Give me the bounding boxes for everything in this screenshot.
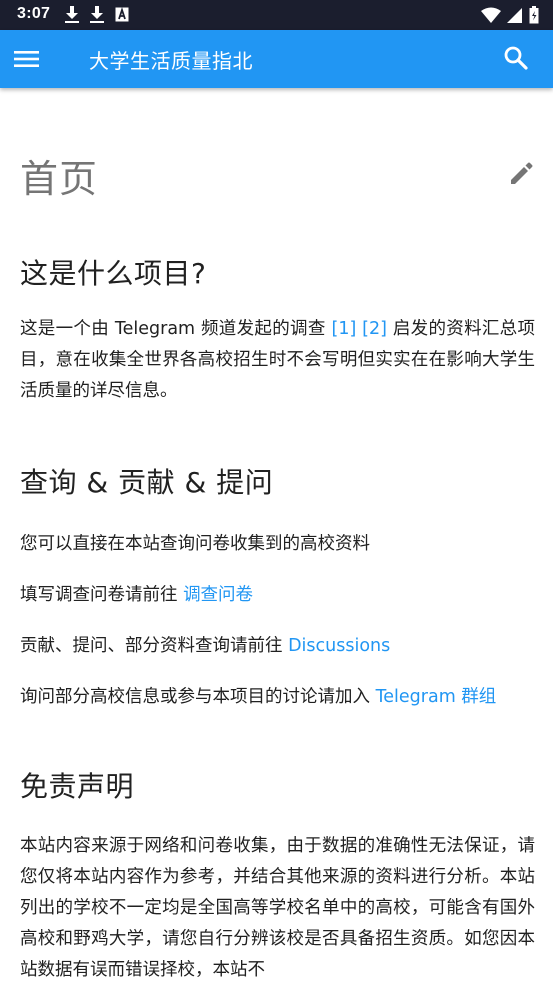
reference-link-2[interactable]: [2] bbox=[362, 319, 387, 339]
battery-icon bbox=[529, 6, 539, 28]
text-a-icon bbox=[115, 6, 130, 27]
page-header: 首页 bbox=[20, 88, 535, 214]
section-heading-query: 查询 & 贡献 & 提问 bbox=[20, 466, 274, 499]
download-icon bbox=[90, 6, 104, 27]
telegram-paragraph: 询问部分高校信息或参与本项目的讨论请加入 Telegram 群组 bbox=[20, 682, 535, 713]
app-bar: 大学生活质量指北 bbox=[0, 30, 553, 88]
discussions-link[interactable]: Discussions bbox=[288, 636, 390, 656]
telegram-text: 询问部分高校信息或参与本项目的讨论请加入 bbox=[20, 687, 376, 707]
system-icons bbox=[481, 6, 539, 28]
search-icon[interactable] bbox=[503, 46, 529, 75]
edit-button[interactable] bbox=[509, 160, 537, 188]
discussions-text: 贡献、提问、部分资料查询请前往 bbox=[20, 636, 289, 656]
menu-button[interactable] bbox=[14, 44, 54, 74]
about-paragraph: 这是一个由 Telegram 频道发起的调查 [1] [2] 启发的资料汇总项目… bbox=[20, 314, 535, 407]
search-button[interactable] bbox=[503, 45, 533, 75]
disclaimer-paragraph: 本站内容来源于网络和问卷收集，由于数据的准确性无法保证，请您仅将本站内容作为参考… bbox=[20, 836, 535, 980]
signal-icon bbox=[507, 7, 523, 28]
section-heading-disclaimer: 免责声明 bbox=[20, 770, 135, 803]
status-time: 3:07 bbox=[17, 5, 51, 22]
wifi-icon bbox=[481, 7, 501, 28]
app-title: 大学生活质量指北 bbox=[89, 49, 253, 73]
section-heading-about: 这是什么项目? bbox=[20, 257, 207, 290]
page-title: 首页 bbox=[20, 157, 99, 201]
about-text-before: 这是一个由 Telegram 频道发起的调查 bbox=[20, 319, 332, 339]
edit-icon[interactable] bbox=[509, 162, 535, 190]
survey-text: 填写调查问卷请前往 bbox=[20, 585, 184, 605]
menu-icon[interactable] bbox=[14, 51, 40, 78]
query-paragraph: 您可以直接在本站查询问卷收集到的高校资料 bbox=[20, 534, 370, 554]
discussions-paragraph: 贡献、提问、部分资料查询请前往 Discussions bbox=[20, 631, 535, 662]
survey-paragraph: 填写调查问卷请前往 调查问卷 bbox=[20, 580, 535, 611]
download-icon bbox=[65, 6, 79, 27]
status-bar: 3:07 bbox=[0, 0, 553, 30]
telegram-group-link[interactable]: Telegram 群组 bbox=[376, 687, 497, 707]
survey-link[interactable]: 调查问卷 bbox=[183, 585, 253, 605]
notification-icons bbox=[65, 6, 130, 27]
main-content: 首页 这是什么项目? 这是一个由 Telegram 频道发起的调查 [1] [2… bbox=[20, 88, 535, 986]
reference-link-1[interactable]: [1] bbox=[332, 319, 357, 339]
